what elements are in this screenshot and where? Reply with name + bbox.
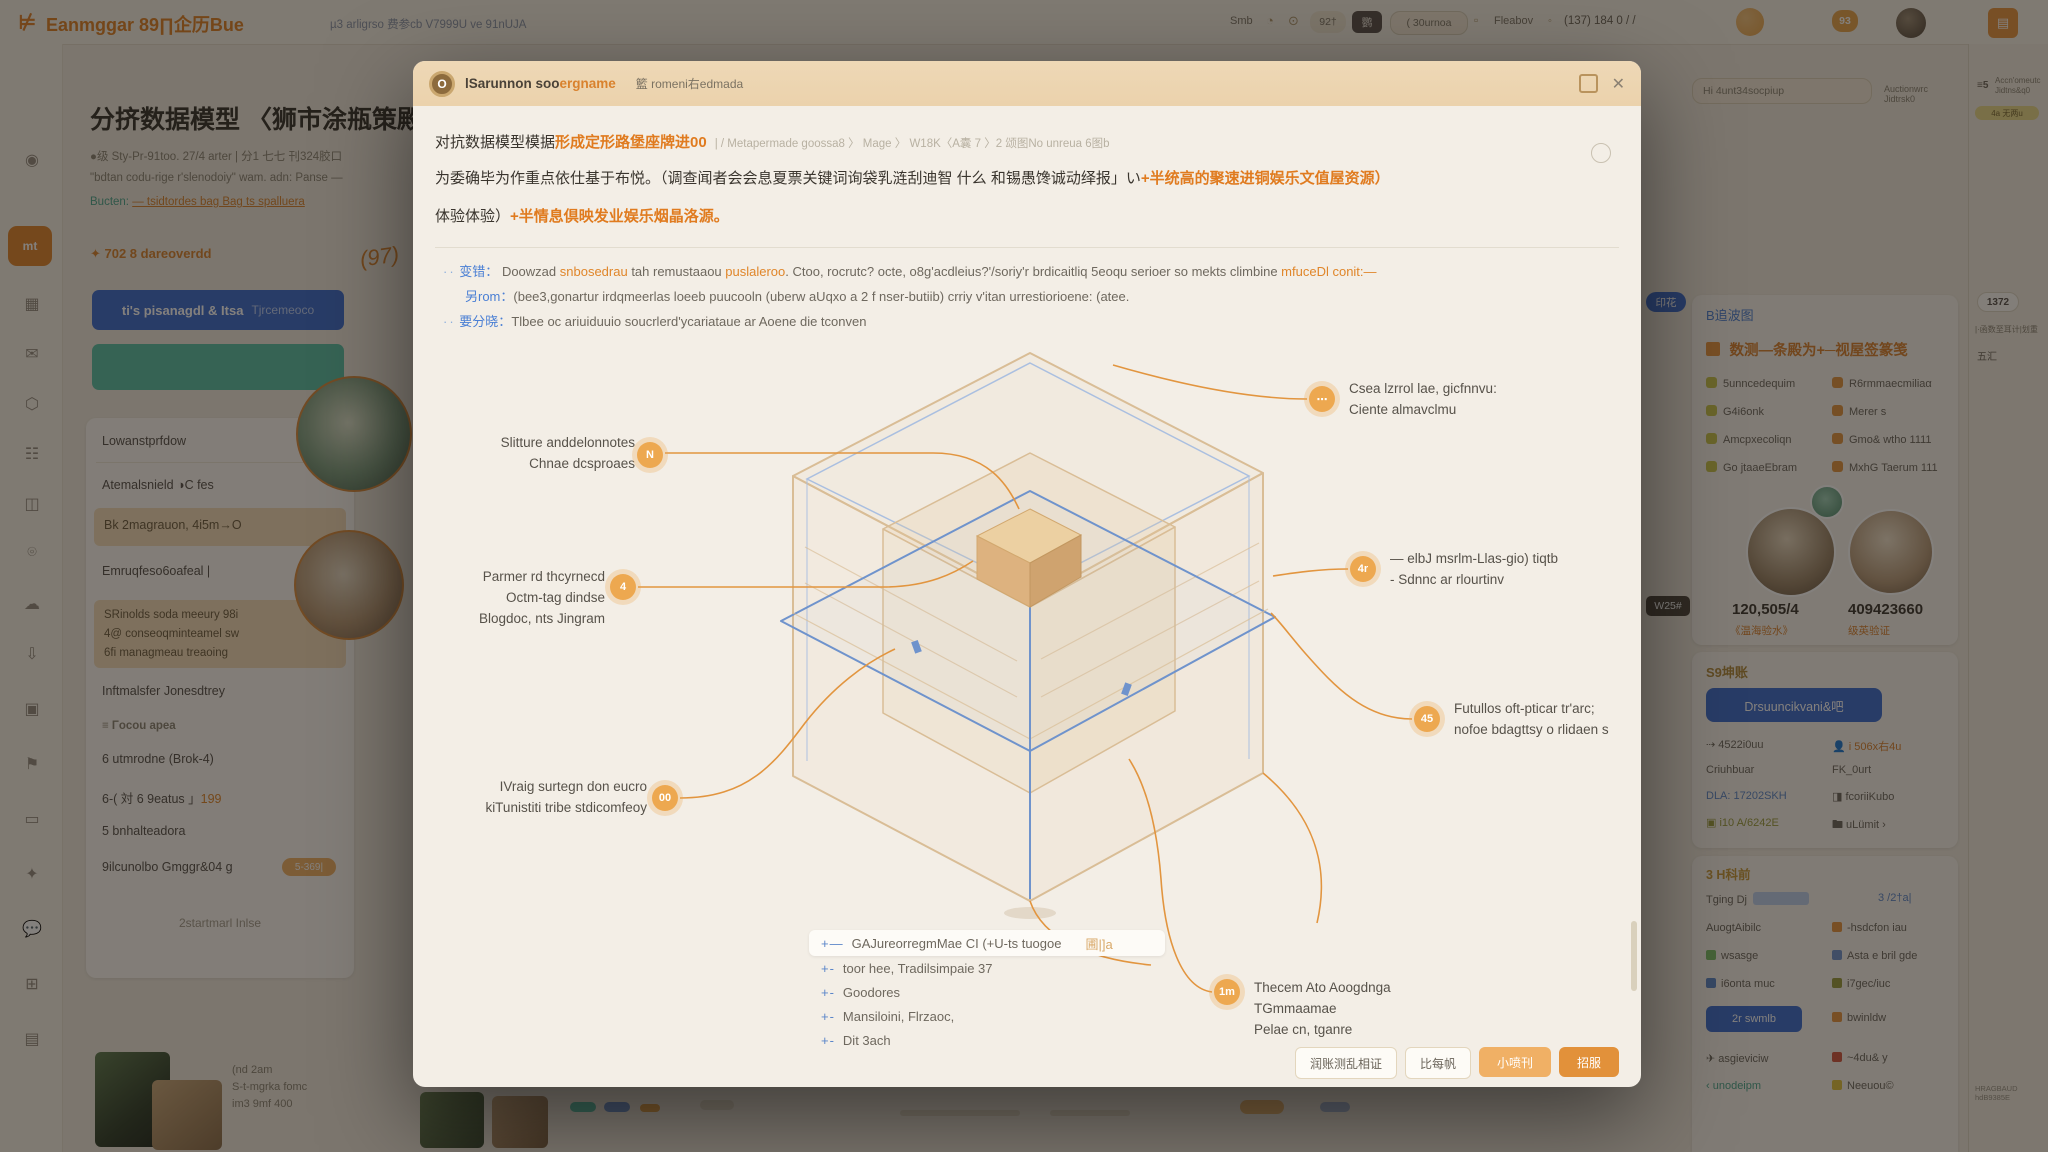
annotation-badge-r2[interactable]: 4r [1350, 556, 1376, 582]
modal-scrollbar[interactable] [1631, 921, 1637, 991]
checklist-row[interactable]: +-Goodores [821, 985, 900, 1000]
modal-footer: 润账测乱相证 比每帆 小喷刊 招服 [413, 1047, 1619, 1079]
annotation-l3: IVraig surtegn don eucrokiTunistiti trib… [453, 776, 647, 818]
annotation-badge-l3[interactable]: 00 [652, 785, 678, 811]
annotation-badge-l2[interactable]: 4 [610, 574, 636, 600]
annotation-badge-l1[interactable]: N [637, 442, 663, 468]
screen: ⊭ Eanmggar 89∏企历Bue µ3 arligrso 费参cb V79… [0, 0, 2048, 1152]
secondary-button-1[interactable]: 润账测乱相证 [1295, 1047, 1397, 1079]
annotation-r4: Thecem Ato AoogdngaTGmmaamaePelae cn, tg… [1254, 977, 1474, 1040]
annotation-l2: Parmer rd thcyrnecdOctm-tag dindseBlogdo… [431, 566, 605, 629]
checklist-extra: 圃|]a [1085, 934, 1112, 953]
annotation-badge-r3[interactable]: 45 [1414, 706, 1440, 732]
annotation-l1: Slitture anddelonnotesChnae dcsproaes [443, 432, 635, 474]
checklist-row[interactable]: +-Mansiloini, Flrzaoc, [821, 1009, 954, 1024]
annotation-r3: Futullos oft-pticar tr'arc;nofoe bdagtts… [1454, 698, 1634, 740]
annotation-r1: Csea lzrrol lae, gicfnnvu:Ciente almavcl… [1349, 378, 1589, 420]
annotation-badge-r1[interactable]: ⋯ [1309, 386, 1335, 412]
annotation-r2: — elbJ msrlm-Llas-gio) tiqtb- Sdnnc ar r… [1390, 548, 1630, 590]
checklist-row-highlight[interactable]: +—GAJureorregmMae CI (+U-ts tuogoe 圃|]a [809, 930, 1165, 956]
secondary-button-2[interactable]: 比每帆 [1405, 1047, 1471, 1079]
annotation-badge-r4[interactable]: 1m [1214, 979, 1240, 1005]
primary-button[interactable]: 招服 [1559, 1047, 1619, 1077]
checklist-row[interactable]: +-Dit 3ach [821, 1033, 891, 1048]
primary-light-button[interactable]: 小喷刊 [1479, 1047, 1551, 1077]
checklist-row[interactable]: +-toor hee, Tradilsimpaie 37 [821, 961, 993, 976]
detail-modal: O lSarunnon sooergname 籃 romeni右edmada ✕… [413, 61, 1641, 1087]
